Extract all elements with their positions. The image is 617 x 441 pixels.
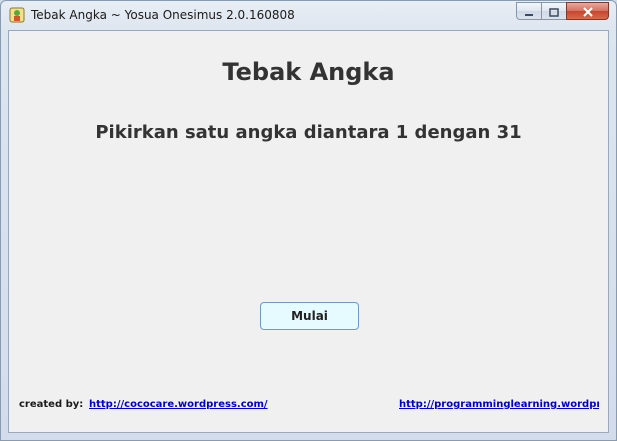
app-window: Tebak Angka ~ Yosua Onesimus 2.0.160808 … xyxy=(0,0,617,441)
created-by-label: created by: xyxy=(19,399,84,410)
title-bar[interactable]: Tebak Angka ~ Yosua Onesimus 2.0.160808 xyxy=(1,1,616,29)
window-title: Tebak Angka ~ Yosua Onesimus 2.0.160808 xyxy=(31,8,295,22)
start-button[interactable]: Mulai xyxy=(260,302,359,330)
close-icon xyxy=(582,2,594,21)
minimize-icon xyxy=(524,2,534,21)
close-button[interactable] xyxy=(566,2,609,20)
client-area: Tebak Angka Pikirkan satu angka diantara… xyxy=(8,30,609,433)
programminglearning-link[interactable]: http://programminglearning.wordpress.com… xyxy=(399,399,599,410)
maximize-button[interactable] xyxy=(541,2,567,20)
instruction-text: Pikirkan satu angka diantara 1 dengan 31 xyxy=(95,122,522,143)
page-title: Tebak Angka xyxy=(222,58,395,86)
game-app-icon xyxy=(9,7,25,23)
minimize-button[interactable] xyxy=(516,2,542,20)
maximize-icon xyxy=(549,2,559,21)
cococare-link[interactable]: http://cococare.wordpress.com/ xyxy=(89,399,268,410)
caption-buttons xyxy=(516,2,609,21)
